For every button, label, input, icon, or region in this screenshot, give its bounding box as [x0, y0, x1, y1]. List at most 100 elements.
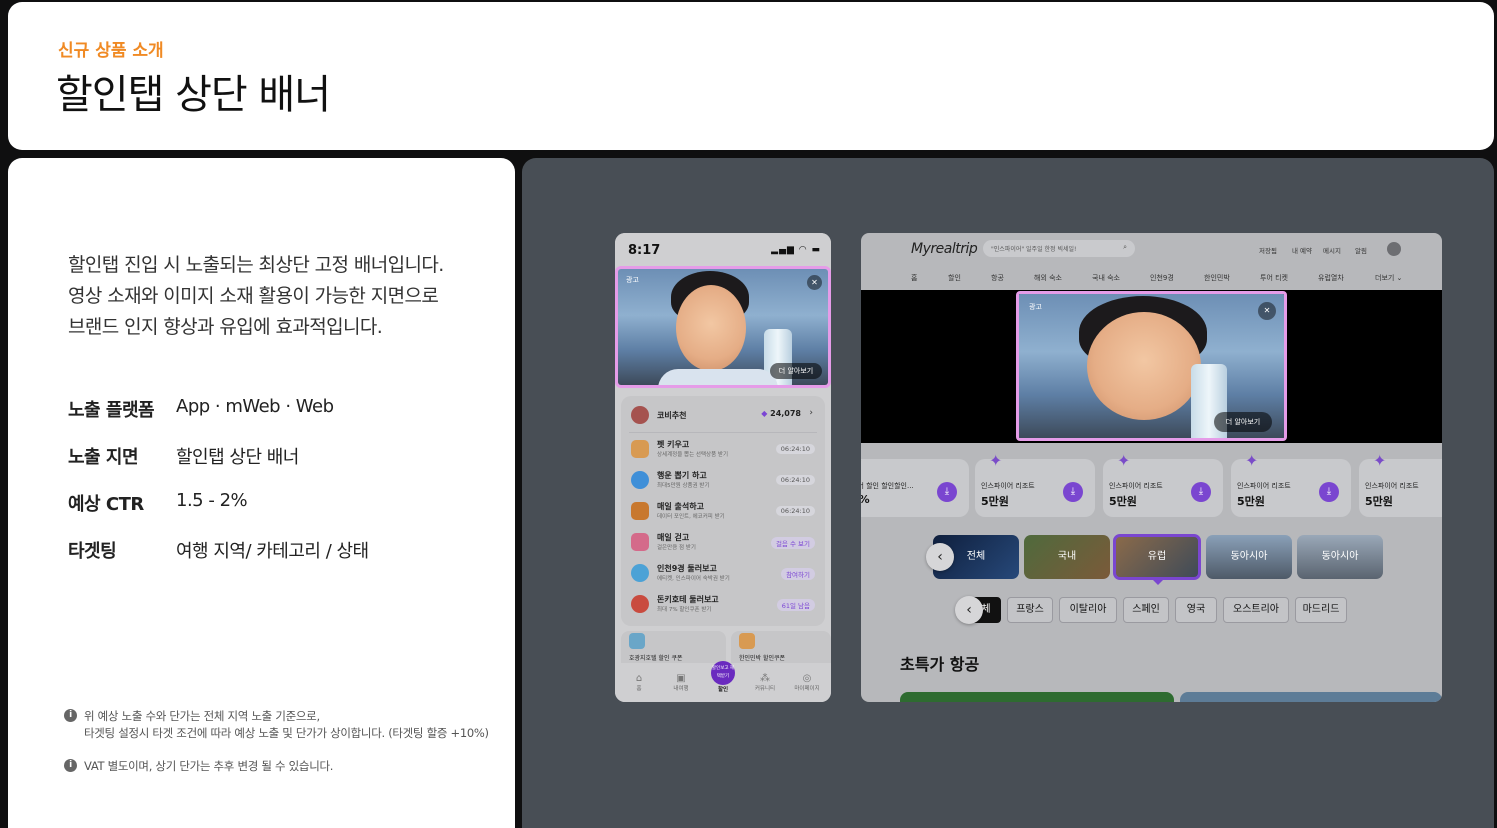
nav-more[interactable]: 더보기 ⌄: [1375, 273, 1402, 283]
mobile-top-banner[interactable]: 광고 ✕ 더 알아보기: [615, 266, 831, 388]
region-domestic[interactable]: 국내: [1024, 535, 1110, 579]
country-chip[interactable]: 오스트리아: [1223, 597, 1289, 623]
messages-link[interactable]: 메시지: [1323, 245, 1341, 255]
coupon-title: 호광지호텔 할인 쿠폰: [629, 655, 683, 662]
product-price: 5만원: [1237, 495, 1265, 508]
mute-icon[interactable]: ✕: [807, 275, 822, 290]
pet-icon: [631, 440, 649, 458]
nav-discount[interactable]: 할인: [948, 273, 961, 283]
search-input[interactable]: "인스파이어" 일주일 한정 빅세일! ⌕: [983, 240, 1135, 257]
region-east-asia[interactable]: 동아시아: [1206, 535, 1292, 579]
list-item[interactable]: 매일 걷고걸은만큼 점 받기 걸음 수 보기: [629, 529, 819, 557]
country-chip[interactable]: 프랑스: [1007, 597, 1053, 623]
nav-tour-ticket[interactable]: 투어 티켓: [1260, 273, 1288, 283]
list-item[interactable]: 행운 뽑기 하고 최대5만원 상품권 받기 06:24:10: [629, 467, 819, 495]
chip-label: 오스트리아: [1233, 604, 1279, 615]
tab-home[interactable]: ⌂ 홈: [624, 673, 654, 692]
search-placeholder: "인스파이어" 일주일 한정 빅세일!: [991, 246, 1077, 253]
minbak-icon: [739, 633, 755, 649]
row-title: 매일 출석하고: [657, 502, 704, 511]
country-chip[interactable]: 마드리드: [1295, 597, 1347, 623]
country-chip[interactable]: 스페인: [1123, 597, 1169, 623]
list-item[interactable]: 매일 출석하고 데이터 포인트, 에코커피 받기 06:24:10: [629, 498, 819, 526]
reservations-link[interactable]: 내 예약: [1292, 245, 1312, 255]
saved-link[interactable]: 저장됨: [1259, 245, 1277, 255]
download-icon[interactable]: ⤓: [1191, 482, 1211, 502]
row-action[interactable]: 참여하기: [781, 568, 815, 580]
deal-card[interactable]: [900, 692, 1174, 702]
tab-community[interactable]: ⁂ 커뮤니티: [750, 673, 780, 692]
product-price: 5만원: [981, 495, 1009, 508]
row-subtitle: 걸은만큼 점 받기: [657, 545, 696, 551]
tab-my-trip[interactable]: ▣ 내여행: [666, 673, 696, 692]
chip-label: 영국: [1186, 604, 1206, 615]
product-badge-icon: ✦: [989, 451, 1003, 470]
row-title: 돈키호테 둘러보고: [657, 595, 719, 604]
list-item[interactable]: 인천9경 둘러보고 에티켓, 인스파이어 숙박권 받기 참여하기: [629, 560, 819, 588]
learn-more-button[interactable]: 더 알아보기: [1214, 412, 1272, 432]
region-europe[interactable]: 유럽: [1113, 534, 1201, 580]
page-title: 할인탭 상단 배너: [56, 72, 331, 118]
row-subtitle: 최대 7% 할인쿠폰 받기: [657, 607, 712, 613]
row-title: 행운 뽑기 하고: [657, 471, 707, 480]
intro-line: 영상 소재와 이미지 소재 활용이 가능한 지면으로: [68, 285, 439, 307]
product-card[interactable]: ✦ 인스파이어 리조트 5만원 ⤓: [975, 451, 1095, 517]
row-timer: 06:24:10: [775, 444, 815, 454]
search-icon: ⌕: [1123, 243, 1127, 251]
nav-incheon[interactable]: 인천9경: [1150, 273, 1174, 283]
spec-key: 예상 CTR: [68, 494, 144, 515]
list-item[interactable]: 돈키호테 둘러보고 최대 7% 할인쿠폰 받기 61일 남음: [629, 591, 819, 619]
row-action[interactable]: 걸음 수 보기: [770, 537, 815, 549]
nav-flight[interactable]: 항공: [991, 273, 1004, 283]
region-label: 동아시아: [1321, 551, 1359, 562]
site-logo[interactable]: Myrealtrip: [911, 241, 978, 257]
row-title: 매일 걷고: [657, 533, 690, 542]
product-price: 5만원: [1109, 495, 1137, 508]
row-subtitle: 최대5만원 상품권 받기: [657, 483, 710, 489]
note-text: 위 예상 노출 수와 단가는 전체 지역 노출 기준으로,: [84, 709, 320, 723]
profile-icon: ◎: [802, 673, 812, 684]
signal-battery-icon: ▂▄▆ ◠ ▬: [771, 245, 821, 255]
product-card[interactable]: ✦ 에어 할인 할인할인... 0% ⤓: [861, 451, 969, 517]
tab-discount[interactable]: 할인보고 혜택받기할인: [708, 661, 738, 693]
discount-fab[interactable]: 할인보고 혜택받기: [711, 661, 735, 685]
download-icon[interactable]: ⤓: [937, 482, 957, 502]
country-chip[interactable]: 영국: [1175, 597, 1217, 623]
nav-domestic-stay[interactable]: 국내 숙소: [1092, 273, 1120, 283]
row-subtitle: 데이터 포인트, 에코커피 받기: [657, 514, 725, 520]
coin-title: 코비추천: [657, 411, 687, 420]
nav-euro-rail[interactable]: 유럽열차: [1318, 273, 1344, 283]
product-card[interactable]: ✦ 인스파이어 리조트 5만원 ⤓: [1103, 451, 1223, 517]
divider: [629, 432, 817, 433]
deal-card[interactable]: [1180, 692, 1442, 702]
product-card[interactable]: ✦ 인스파이어 리조트 5만원 ⤓: [1231, 451, 1351, 517]
notifications-link[interactable]: 알림: [1355, 245, 1367, 255]
list-item[interactable]: 펫 키우고 상세계정을 뽑는 선택상품 받기 06:24:10: [629, 436, 819, 464]
product-badge-icon: ✦: [1245, 451, 1259, 470]
avatar: [631, 406, 649, 424]
product-card[interactable]: ✦ 인스파이어 리조트 5만원: [1359, 451, 1442, 517]
web-top-banner[interactable]: 광고 ✕ 더 알아보기: [1016, 291, 1287, 441]
mission-card: 코비추천 ◆ 24,078 › 펫 키우고 상세계정을 뽑는 선택상품 받기 06:…: [621, 396, 825, 626]
coin-row[interactable]: 코비추천 ◆ 24,078 ›: [629, 402, 819, 430]
ad-label: 광고: [626, 276, 639, 284]
region-east-asia-2[interactable]: 동아시아: [1297, 535, 1383, 579]
avatar[interactable]: [1387, 242, 1401, 256]
nav-home[interactable]: 홈: [911, 273, 917, 283]
community-icon: ⁂: [760, 673, 770, 684]
info-icon: i: [64, 709, 77, 722]
product-name: 인스파이어 리조트: [981, 482, 1035, 490]
nav-minbak[interactable]: 한인민박: [1204, 273, 1230, 283]
learn-more-button[interactable]: 더 알아보기: [770, 363, 822, 379]
tab-label: 할인: [717, 687, 729, 693]
download-icon[interactable]: ⤓: [1063, 482, 1083, 502]
chevron-left-icon[interactable]: ‹: [926, 543, 954, 571]
country-chip[interactable]: 이탈리아: [1059, 597, 1117, 623]
chevron-left-icon[interactable]: ‹: [955, 596, 983, 624]
attendance-icon: [631, 502, 649, 520]
nav-overseas-stay[interactable]: 해외 숙소: [1034, 273, 1062, 283]
tab-mypage[interactable]: ◎ 마이페이지: [792, 673, 822, 692]
download-icon[interactable]: ⤓: [1319, 482, 1339, 502]
product-price: 0%: [861, 493, 870, 506]
mute-icon[interactable]: ✕: [1258, 302, 1276, 320]
